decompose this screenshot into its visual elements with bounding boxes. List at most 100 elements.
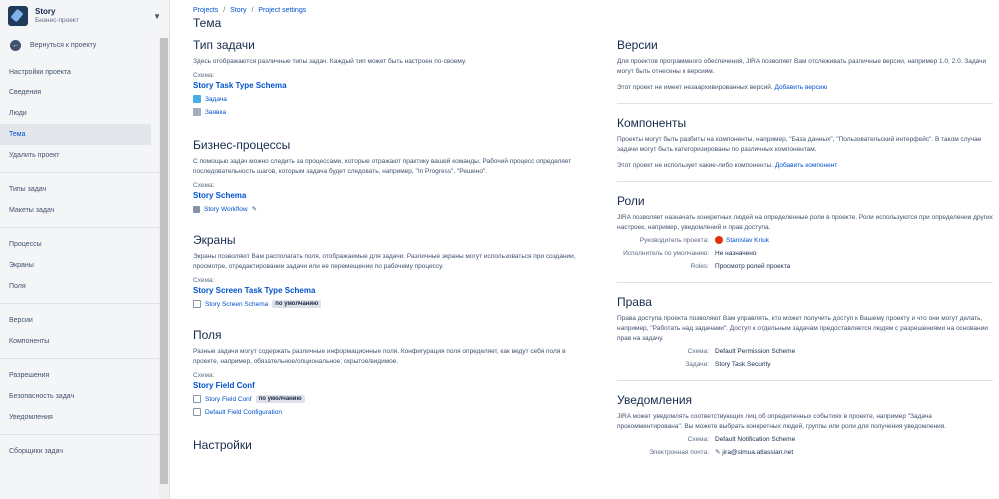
permissions-title: Права bbox=[617, 295, 652, 309]
screen-schema-label: Story Screen Schema bbox=[205, 300, 269, 308]
notifications-title: Уведомления bbox=[617, 393, 693, 407]
field-config-label: Story Field Conf bbox=[205, 395, 252, 403]
permission-scheme-row: Схема: Default Permission Scheme bbox=[617, 347, 993, 357]
versions-status: Этот проект не имеет незаархивированных … bbox=[617, 84, 773, 91]
sidebar-item-issue-security[interactable]: Безопасность задач bbox=[0, 386, 151, 407]
roles-title: Роли bbox=[617, 194, 645, 208]
email-row: Электронная почта: ✎ jira@slmua.atlassia… bbox=[617, 448, 993, 458]
right-column: Версии Для проектов программного обеспеч… bbox=[617, 38, 993, 480]
project-lead-value[interactable]: Stanislav Kriuk bbox=[726, 237, 769, 244]
default-field-config-item[interactable]: Default Field Configuration bbox=[193, 408, 588, 416]
sidebar-divider bbox=[0, 358, 160, 359]
page-title: Тема bbox=[193, 16, 222, 30]
issue-types-schema-link[interactable]: Story Task Type Schema bbox=[193, 81, 588, 90]
breadcrumb-project-settings[interactable]: Project settings bbox=[258, 7, 306, 14]
default-field-config-label: Default Field Configuration bbox=[205, 408, 282, 416]
notification-scheme-label: Схема: bbox=[687, 436, 709, 443]
components-title: Компоненты bbox=[617, 116, 687, 130]
field-config-icon bbox=[193, 408, 201, 416]
breadcrumb: Projects / Story / Project settings bbox=[193, 7, 309, 14]
issue-types-title: Тип задачи bbox=[193, 38, 255, 52]
sidebar-item-issue-types[interactable]: Типы задач bbox=[0, 179, 151, 200]
sidebar-divider bbox=[0, 172, 160, 173]
workflow-item[interactable]: Story Workflow ✎ bbox=[193, 205, 588, 213]
sidebar-item-fields[interactable]: Поля bbox=[0, 276, 151, 297]
issue-types-desc: Здесь отображаются различные типы задач.… bbox=[193, 58, 467, 65]
project-avatar-icon bbox=[8, 6, 28, 26]
back-to-project-label: Вернуться к проекту bbox=[30, 41, 97, 49]
sidebar-item-notifications[interactable]: Уведомления bbox=[0, 407, 151, 428]
add-component-link[interactable]: Добавить компонент bbox=[775, 162, 837, 169]
sidebar-divider bbox=[0, 303, 160, 304]
screens-schema-label: Схема: bbox=[193, 277, 215, 284]
permissions-desc: Права доступа проекта позволяют Вам упра… bbox=[617, 315, 988, 342]
sidebar-item-screens[interactable]: Экраны bbox=[0, 255, 151, 276]
project-lead-row: Руководитель проекта: Stanislav Kriuk bbox=[617, 236, 993, 246]
notification-scheme-row: Схема: Default Notification Scheme bbox=[617, 435, 993, 445]
pencil-icon[interactable]: ✎ bbox=[715, 449, 720, 456]
task-checkbox-icon bbox=[193, 95, 201, 103]
issue-security-link[interactable]: Story Task Security bbox=[715, 360, 771, 370]
breadcrumb-projects[interactable]: Projects bbox=[193, 7, 218, 14]
sidebar-item-details[interactable]: Сведения bbox=[0, 82, 151, 103]
workflows-title: Бизнес-процессы bbox=[193, 138, 291, 152]
project-switcher[interactable]: Story Бизнес-проект ▼ bbox=[0, 0, 169, 32]
sidebar-item-components[interactable]: Компоненты bbox=[0, 331, 151, 352]
default-assignee-row: Исполнитель по умолчанию: Не назначено bbox=[617, 249, 993, 259]
sidebar-item-summary[interactable]: Тема bbox=[0, 124, 151, 145]
issue-type-task-label: Задача bbox=[205, 95, 227, 103]
sidebar-item-versions[interactable]: Версии bbox=[0, 310, 151, 331]
pencil-icon[interactable]: ✎ bbox=[252, 205, 257, 213]
versions-desc: Для проектов программного обеспечения, J… bbox=[617, 58, 987, 75]
screen-icon bbox=[193, 300, 201, 308]
back-to-project-link[interactable]: ← Вернуться к проекту bbox=[0, 32, 169, 58]
arrow-left-icon: ← bbox=[10, 39, 21, 51]
screens-schema-link[interactable]: Story Screen Task Type Schema bbox=[193, 286, 588, 295]
sidebar-item-issue-layouts[interactable]: Макеты задач bbox=[0, 200, 151, 221]
issue-types-section: Тип задачи Здесь отображаются различные … bbox=[193, 38, 588, 116]
field-config-icon bbox=[193, 395, 201, 403]
sidebar-item-delete-project[interactable]: Удалить проект bbox=[0, 145, 151, 166]
issue-type-request[interactable]: Заявка bbox=[193, 108, 588, 116]
view-project-roles-link[interactable]: Просмотр ролей проекта bbox=[715, 262, 790, 272]
roles-label: Roles: bbox=[690, 263, 709, 270]
workflows-section: Бизнес-процессы С помощью задач можно сл… bbox=[193, 138, 588, 213]
screen-schema-item[interactable]: Story Screen Schema по умолчанию bbox=[193, 300, 588, 308]
main-content: Projects / Story / Project settings Тема… bbox=[193, 0, 999, 499]
default-badge: по умолчанию bbox=[272, 300, 322, 308]
user-avatar bbox=[715, 236, 723, 245]
workflow-icon bbox=[193, 205, 200, 213]
default-assignee-label: Исполнитель по умолчанию: bbox=[623, 250, 709, 257]
settings-section-title: Настройки проекта bbox=[9, 69, 71, 76]
field-config-item[interactable]: Story Field Conf по умолчанию bbox=[193, 395, 588, 403]
permissions-section: Права Права доступа проекта позволяют Ва… bbox=[617, 295, 993, 381]
project-lead-label: Руководитель проекта: bbox=[639, 237, 709, 244]
notification-scheme-link[interactable]: Default Notification Scheme bbox=[715, 435, 795, 445]
fields-section: Поля Разные задачи могут содержать разли… bbox=[193, 328, 588, 416]
breadcrumb-separator: / bbox=[223, 7, 226, 14]
sidebar-divider bbox=[0, 434, 160, 435]
settings-section: Настройки bbox=[193, 438, 588, 452]
notifications-section: Уведомления JIRA может уведомлять соотве… bbox=[617, 393, 993, 468]
versions-title: Версии bbox=[617, 38, 658, 52]
sidebar-item-permissions[interactable]: Разрешения bbox=[0, 365, 151, 386]
sidebar-item-issue-collectors[interactable]: Сборщики задач bbox=[0, 441, 151, 462]
sidebar-divider bbox=[0, 227, 160, 228]
sidebar-item-people[interactable]: Люди bbox=[0, 103, 151, 124]
add-version-link[interactable]: Добавить версию bbox=[774, 84, 827, 91]
breadcrumb-story[interactable]: Story bbox=[230, 7, 246, 14]
sidebar-scrollbar-thumb[interactable] bbox=[160, 38, 168, 484]
issue-security-row: Задачи: Story Task Security bbox=[617, 360, 993, 370]
permission-scheme-link[interactable]: Default Permission Scheme bbox=[715, 347, 795, 357]
permission-scheme-label: Схема: bbox=[687, 348, 709, 355]
workflows-schema-link[interactable]: Story Schema bbox=[193, 191, 588, 200]
project-type: Бизнес-проект bbox=[35, 17, 79, 24]
chevron-down-icon[interactable]: ▼ bbox=[153, 12, 161, 21]
components-status: Этот проект не использует какие-либо ком… bbox=[617, 162, 774, 169]
screens-desc: Экраны позволяют Вам располагать поля, о… bbox=[193, 253, 576, 270]
roles-row: Roles: Просмотр ролей проекта bbox=[617, 262, 993, 272]
fields-schema-link[interactable]: Story Field Conf bbox=[193, 381, 588, 390]
sidebar-item-workflows[interactable]: Процессы bbox=[0, 234, 151, 255]
notifications-desc: JIRA может уведомлять соответствующих ли… bbox=[617, 413, 947, 430]
issue-type-task[interactable]: Задача bbox=[193, 95, 588, 103]
